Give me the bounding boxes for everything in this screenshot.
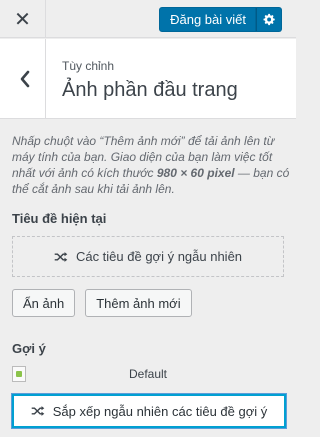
shuffle-icon: [54, 251, 68, 262]
section-header: Tùy chỉnh Ảnh phần đầu trang: [0, 39, 296, 119]
description-image-size: 980 × 60 pixel: [156, 166, 235, 180]
page-title: Ảnh phần đầu trang: [62, 79, 238, 101]
close-icon: ✕: [14, 8, 31, 31]
header-image-description: Nhấp chuột vào “Thêm ảnh mới” để tải ảnh…: [12, 133, 290, 197]
add-new-image-button[interactable]: Thêm ảnh mới: [85, 289, 192, 317]
shuffle-icon: [31, 406, 45, 416]
publish-button[interactable]: Đăng bài viết: [159, 7, 256, 32]
publish-actions: Đăng bài viết: [159, 7, 282, 32]
header-image-actions: Ẩn ảnh Thêm ảnh mới: [12, 289, 192, 317]
current-header-placeholder: Các tiêu đề gợi ý ngẫu nhiên: [12, 236, 284, 277]
randomize-suggested-headers-button[interactable]: Sắp xếp ngẫu nhiên các tiêu đề gợi ý: [12, 394, 286, 428]
customizer-header: ✕ Đăng bài viết: [0, 0, 296, 38]
default-header-label: Default: [128, 367, 168, 381]
suggested-headers-label: Gợi ý: [12, 341, 46, 356]
close-button[interactable]: ✕: [0, 0, 46, 38]
current-header-placeholder-text: Các tiêu đề gợi ý ngẫu nhiên: [75, 249, 243, 264]
hide-image-button[interactable]: Ẩn ảnh: [12, 289, 76, 317]
publish-settings-button[interactable]: [256, 7, 282, 32]
back-button[interactable]: [0, 39, 46, 119]
chevron-left-icon: [20, 70, 29, 88]
randomize-button-label: Sắp xếp ngẫu nhiên các tiêu đề gợi ý: [52, 403, 268, 419]
gear-icon: [263, 13, 275, 26]
suggested-header-default[interactable]: Default: [12, 365, 284, 383]
breadcrumb: Tùy chỉnh: [62, 59, 115, 73]
current-header-label: Tiêu đề hiện tại: [12, 211, 107, 226]
